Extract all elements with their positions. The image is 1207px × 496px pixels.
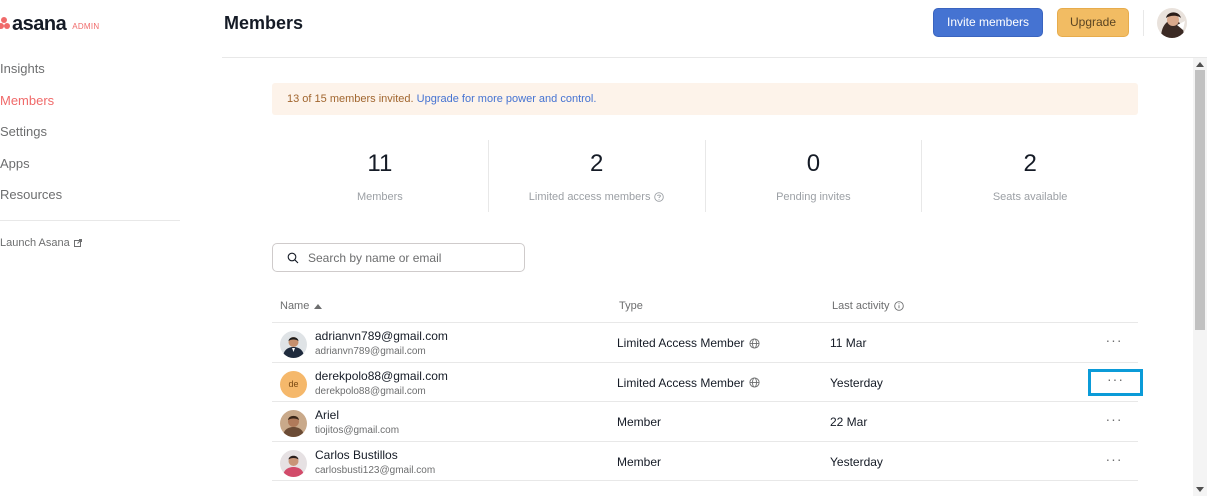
info-icon[interactable] bbox=[894, 301, 905, 311]
stat-seats-available: 2 Seats available bbox=[921, 140, 1138, 212]
member-email: tiojitos@gmail.com bbox=[315, 425, 400, 436]
scrollbar-thumb[interactable] bbox=[1195, 70, 1205, 330]
page-header: Members Invite members Upgrade bbox=[222, 0, 1207, 58]
members-table: Name Type Last activity adrianvn789@gmai… bbox=[272, 292, 1143, 481]
search-icon bbox=[287, 252, 299, 263]
stat-label: Members bbox=[356, 191, 403, 203]
sort-ascending-icon bbox=[314, 303, 323, 309]
page-scrollbar[interactable] bbox=[1193, 58, 1207, 496]
column-header-name[interactable]: Name bbox=[280, 300, 323, 312]
invite-members-button[interactable]: Invite members bbox=[933, 8, 1043, 37]
stat-value: 11 bbox=[367, 150, 393, 177]
page-title: Members bbox=[224, 13, 304, 33]
member-stats: 11 Members 2 Limited access members 0 Pe… bbox=[272, 140, 1138, 212]
member-name[interactable]: Ariel bbox=[315, 408, 339, 422]
member-email: carlosbusti123@gmail.com bbox=[315, 464, 436, 476]
table-row[interactable]: adrianvn789@gmail.com adrianvn789@gmail.… bbox=[272, 323, 1138, 363]
more-actions-button[interactable]: ··· bbox=[1096, 452, 1132, 471]
stat-value: 2 bbox=[1023, 150, 1037, 177]
member-avatar: de bbox=[280, 370, 307, 398]
scroll-down-arrow-icon[interactable] bbox=[1196, 487, 1204, 492]
table-row[interactable]: de derekpolo88@gmail.com derekpolo88@gma… bbox=[272, 363, 1143, 402]
help-icon[interactable] bbox=[654, 192, 665, 202]
seats-banner: 13 of 15 members invited. Upgrade for mo… bbox=[272, 83, 1138, 115]
more-actions-button[interactable]: ··· bbox=[1096, 412, 1132, 431]
launch-asana-label: Launch Asana bbox=[0, 237, 70, 249]
sidebar-item-members[interactable]: Members bbox=[0, 90, 182, 122]
member-name[interactable]: Carlos Bustillos bbox=[315, 448, 398, 462]
member-type: Member bbox=[617, 415, 662, 429]
launch-asana-link[interactable]: Launch Asana bbox=[0, 237, 82, 249]
user-avatar[interactable] bbox=[1157, 8, 1187, 38]
table-row[interactable]: Ariel tiojitos@gmail.com Member 22 Mar ·… bbox=[272, 402, 1138, 442]
member-avatar bbox=[280, 410, 307, 437]
scroll-up-arrow-icon[interactable] bbox=[1196, 62, 1204, 67]
column-header-type[interactable]: Type bbox=[619, 300, 643, 312]
sidebar-item-apps[interactable]: Apps bbox=[0, 153, 182, 185]
stat-label: Pending invites bbox=[776, 191, 851, 203]
banner-upgrade-link[interactable]: Upgrade for more power and control. bbox=[417, 93, 597, 105]
external-link-icon bbox=[73, 239, 82, 247]
member-avatar bbox=[280, 449, 307, 477]
member-search[interactable] bbox=[272, 243, 525, 272]
member-name[interactable]: adrianvn789@gmail.com bbox=[315, 329, 448, 343]
globe-icon bbox=[749, 377, 760, 388]
asana-logo[interactable]: asana ADMIN bbox=[0, 13, 100, 35]
member-avatar bbox=[280, 331, 307, 358]
stat-pending-invites: 0 Pending invites bbox=[704, 140, 922, 212]
stat-label: Seats available bbox=[992, 191, 1068, 203]
stat-value: 2 bbox=[589, 150, 604, 177]
column-header-activity[interactable]: Last activity bbox=[832, 300, 905, 312]
member-email: adrianvn789@gmail.com bbox=[315, 346, 426, 357]
member-name[interactable]: derekpolo88@gmail.com bbox=[315, 369, 448, 383]
search-input[interactable] bbox=[308, 250, 508, 265]
asana-logo-icon bbox=[0, 17, 10, 31]
stat-members: 11 Members bbox=[272, 140, 488, 212]
sidebar-nav: Insights Members Settings Apps Resources bbox=[0, 58, 182, 216]
table-header: Name Type Last activity bbox=[272, 292, 1138, 323]
member-last-activity: 22 Mar bbox=[830, 415, 868, 429]
member-email: derekpolo88@gmail.com bbox=[315, 385, 426, 397]
admin-badge: ADMIN bbox=[72, 21, 100, 31]
stat-value: 0 bbox=[806, 150, 821, 177]
upgrade-button[interactable]: Upgrade bbox=[1057, 8, 1129, 37]
logo-text: asana bbox=[12, 12, 67, 35]
member-type: Member bbox=[617, 454, 662, 469]
member-last-activity: Yesterday bbox=[830, 454, 883, 469]
sidebar: asana ADMIN Insights Members Settings Ap… bbox=[0, 0, 182, 496]
more-actions-button[interactable]: ··· bbox=[1088, 368, 1143, 396]
sidebar-item-insights[interactable]: Insights bbox=[0, 58, 182, 90]
sidebar-divider bbox=[0, 220, 180, 221]
sidebar-item-resources[interactable]: Resources bbox=[0, 184, 182, 216]
stat-label: Limited access members bbox=[529, 191, 665, 203]
member-type: Limited Access Member bbox=[617, 376, 760, 390]
sidebar-item-settings[interactable]: Settings bbox=[0, 121, 182, 153]
more-actions-button[interactable]: ··· bbox=[1096, 333, 1132, 352]
member-last-activity: 11 Mar bbox=[830, 336, 867, 350]
globe-icon bbox=[749, 337, 760, 349]
member-type: Limited Access Member bbox=[617, 336, 760, 350]
table-row[interactable]: Carlos Bustillos carlosbusti123@gmail.co… bbox=[272, 442, 1138, 481]
member-last-activity: Yesterday bbox=[830, 375, 883, 390]
stat-limited-access: 2 Limited access members bbox=[487, 140, 705, 212]
banner-text: 13 of 15 members invited. bbox=[287, 93, 414, 105]
header-divider bbox=[1143, 10, 1144, 36]
